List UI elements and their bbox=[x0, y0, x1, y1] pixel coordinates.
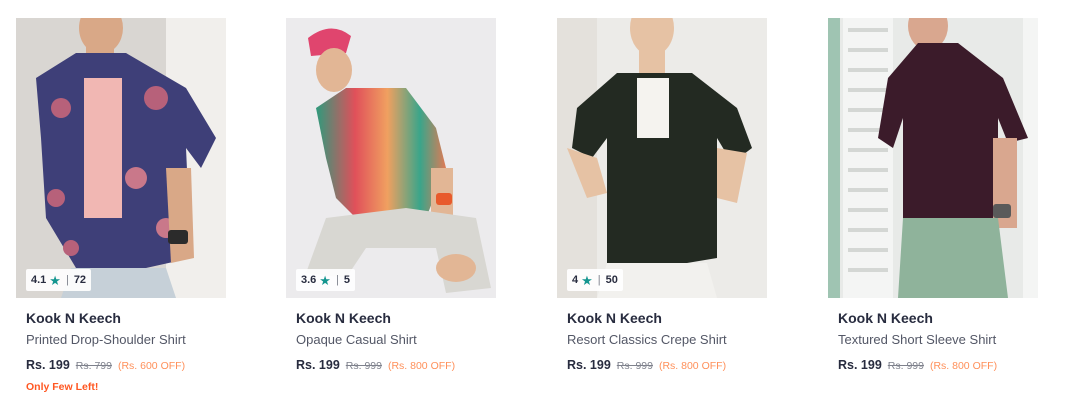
rating-separator: | bbox=[335, 274, 339, 286]
original-price: Rs. 999 bbox=[616, 360, 653, 372]
discount-label: (Rs. 800 OFF) bbox=[387, 360, 456, 372]
discounted-price: Rs. 199 bbox=[567, 358, 611, 372]
product-image[interactable]: 4.1 ★ | 72 bbox=[16, 18, 226, 298]
brand-name: Kook N Keech bbox=[26, 310, 121, 326]
rating-separator: | bbox=[597, 274, 601, 286]
rating-value: 4 bbox=[572, 274, 579, 286]
price-row: Rs. 199 Rs. 999 (Rs. 800 OFF) bbox=[296, 358, 486, 372]
product-name: Opaque Casual Shirt bbox=[296, 332, 417, 347]
brand-name: Kook N Keech bbox=[838, 310, 933, 326]
rating-count: 72 bbox=[73, 274, 87, 286]
stock-warning: Only Few Left! bbox=[26, 381, 99, 393]
discount-label: (Rs. 800 OFF) bbox=[658, 360, 727, 372]
original-price: Rs. 799 bbox=[75, 360, 112, 372]
brand-name: Kook N Keech bbox=[296, 310, 391, 326]
product-name: Resort Classics Crepe Shirt bbox=[567, 332, 727, 347]
product-card[interactable]: 4.1 ★ | 72 Kook N Keech Printed Drop-Sho… bbox=[16, 18, 226, 398]
product-image[interactable] bbox=[828, 18, 1038, 298]
product-photo-2 bbox=[286, 18, 496, 298]
price-row: Rs. 199 Rs. 999 (Rs. 800 OFF) bbox=[838, 358, 1028, 372]
product-image[interactable]: 3.6 ★ | 5 bbox=[286, 18, 496, 298]
price-row: Rs. 199 Rs. 799 (Rs. 600 OFF) bbox=[26, 358, 216, 372]
rating-value: 3.6 bbox=[301, 274, 317, 286]
discount-label: (Rs. 800 OFF) bbox=[929, 360, 998, 372]
star-icon: ★ bbox=[319, 272, 331, 288]
product-card[interactable]: 3.6 ★ | 5 Kook N Keech Opaque Casual Shi… bbox=[286, 18, 496, 398]
hand-cursor-icon bbox=[221, 141, 226, 298]
discounted-price: Rs. 199 bbox=[26, 358, 70, 372]
rating-separator: | bbox=[65, 274, 69, 286]
product-image[interactable]: 4 ★ | 50 bbox=[557, 18, 767, 298]
discount-label: (Rs. 600 OFF) bbox=[117, 360, 186, 372]
product-photo-1 bbox=[16, 18, 226, 298]
rating-count: 5 bbox=[343, 274, 350, 286]
brand-name: Kook N Keech bbox=[567, 310, 662, 326]
rating-badge: 4.1 ★ | 72 bbox=[26, 269, 92, 291]
product-photo-3 bbox=[557, 18, 767, 298]
price-row: Rs. 199 Rs. 999 (Rs. 800 OFF) bbox=[567, 358, 757, 372]
star-icon: ★ bbox=[581, 272, 593, 288]
product-name: Textured Short Sleeve Shirt bbox=[838, 332, 997, 347]
product-photo-4 bbox=[828, 18, 1038, 298]
discounted-price: Rs. 199 bbox=[838, 358, 882, 372]
product-name: Printed Drop-Shoulder Shirt bbox=[26, 332, 186, 347]
product-card[interactable]: 4 ★ | 50 Kook N Keech Resort Classics Cr… bbox=[557, 18, 767, 398]
star-icon: ★ bbox=[49, 272, 61, 288]
rating-badge: 3.6 ★ | 5 bbox=[296, 269, 355, 291]
original-price: Rs. 999 bbox=[345, 360, 382, 372]
discounted-price: Rs. 199 bbox=[296, 358, 340, 372]
product-grid: 4.1 ★ | 72 Kook N Keech Printed Drop-Sho… bbox=[0, 0, 1078, 404]
rating-count: 50 bbox=[605, 274, 618, 286]
product-card[interactable]: Kook N Keech Textured Short Sleeve Shirt… bbox=[828, 18, 1038, 398]
original-price: Rs. 999 bbox=[887, 360, 924, 372]
rating-value: 4.1 bbox=[31, 274, 47, 286]
rating-badge: 4 ★ | 50 bbox=[567, 269, 623, 291]
